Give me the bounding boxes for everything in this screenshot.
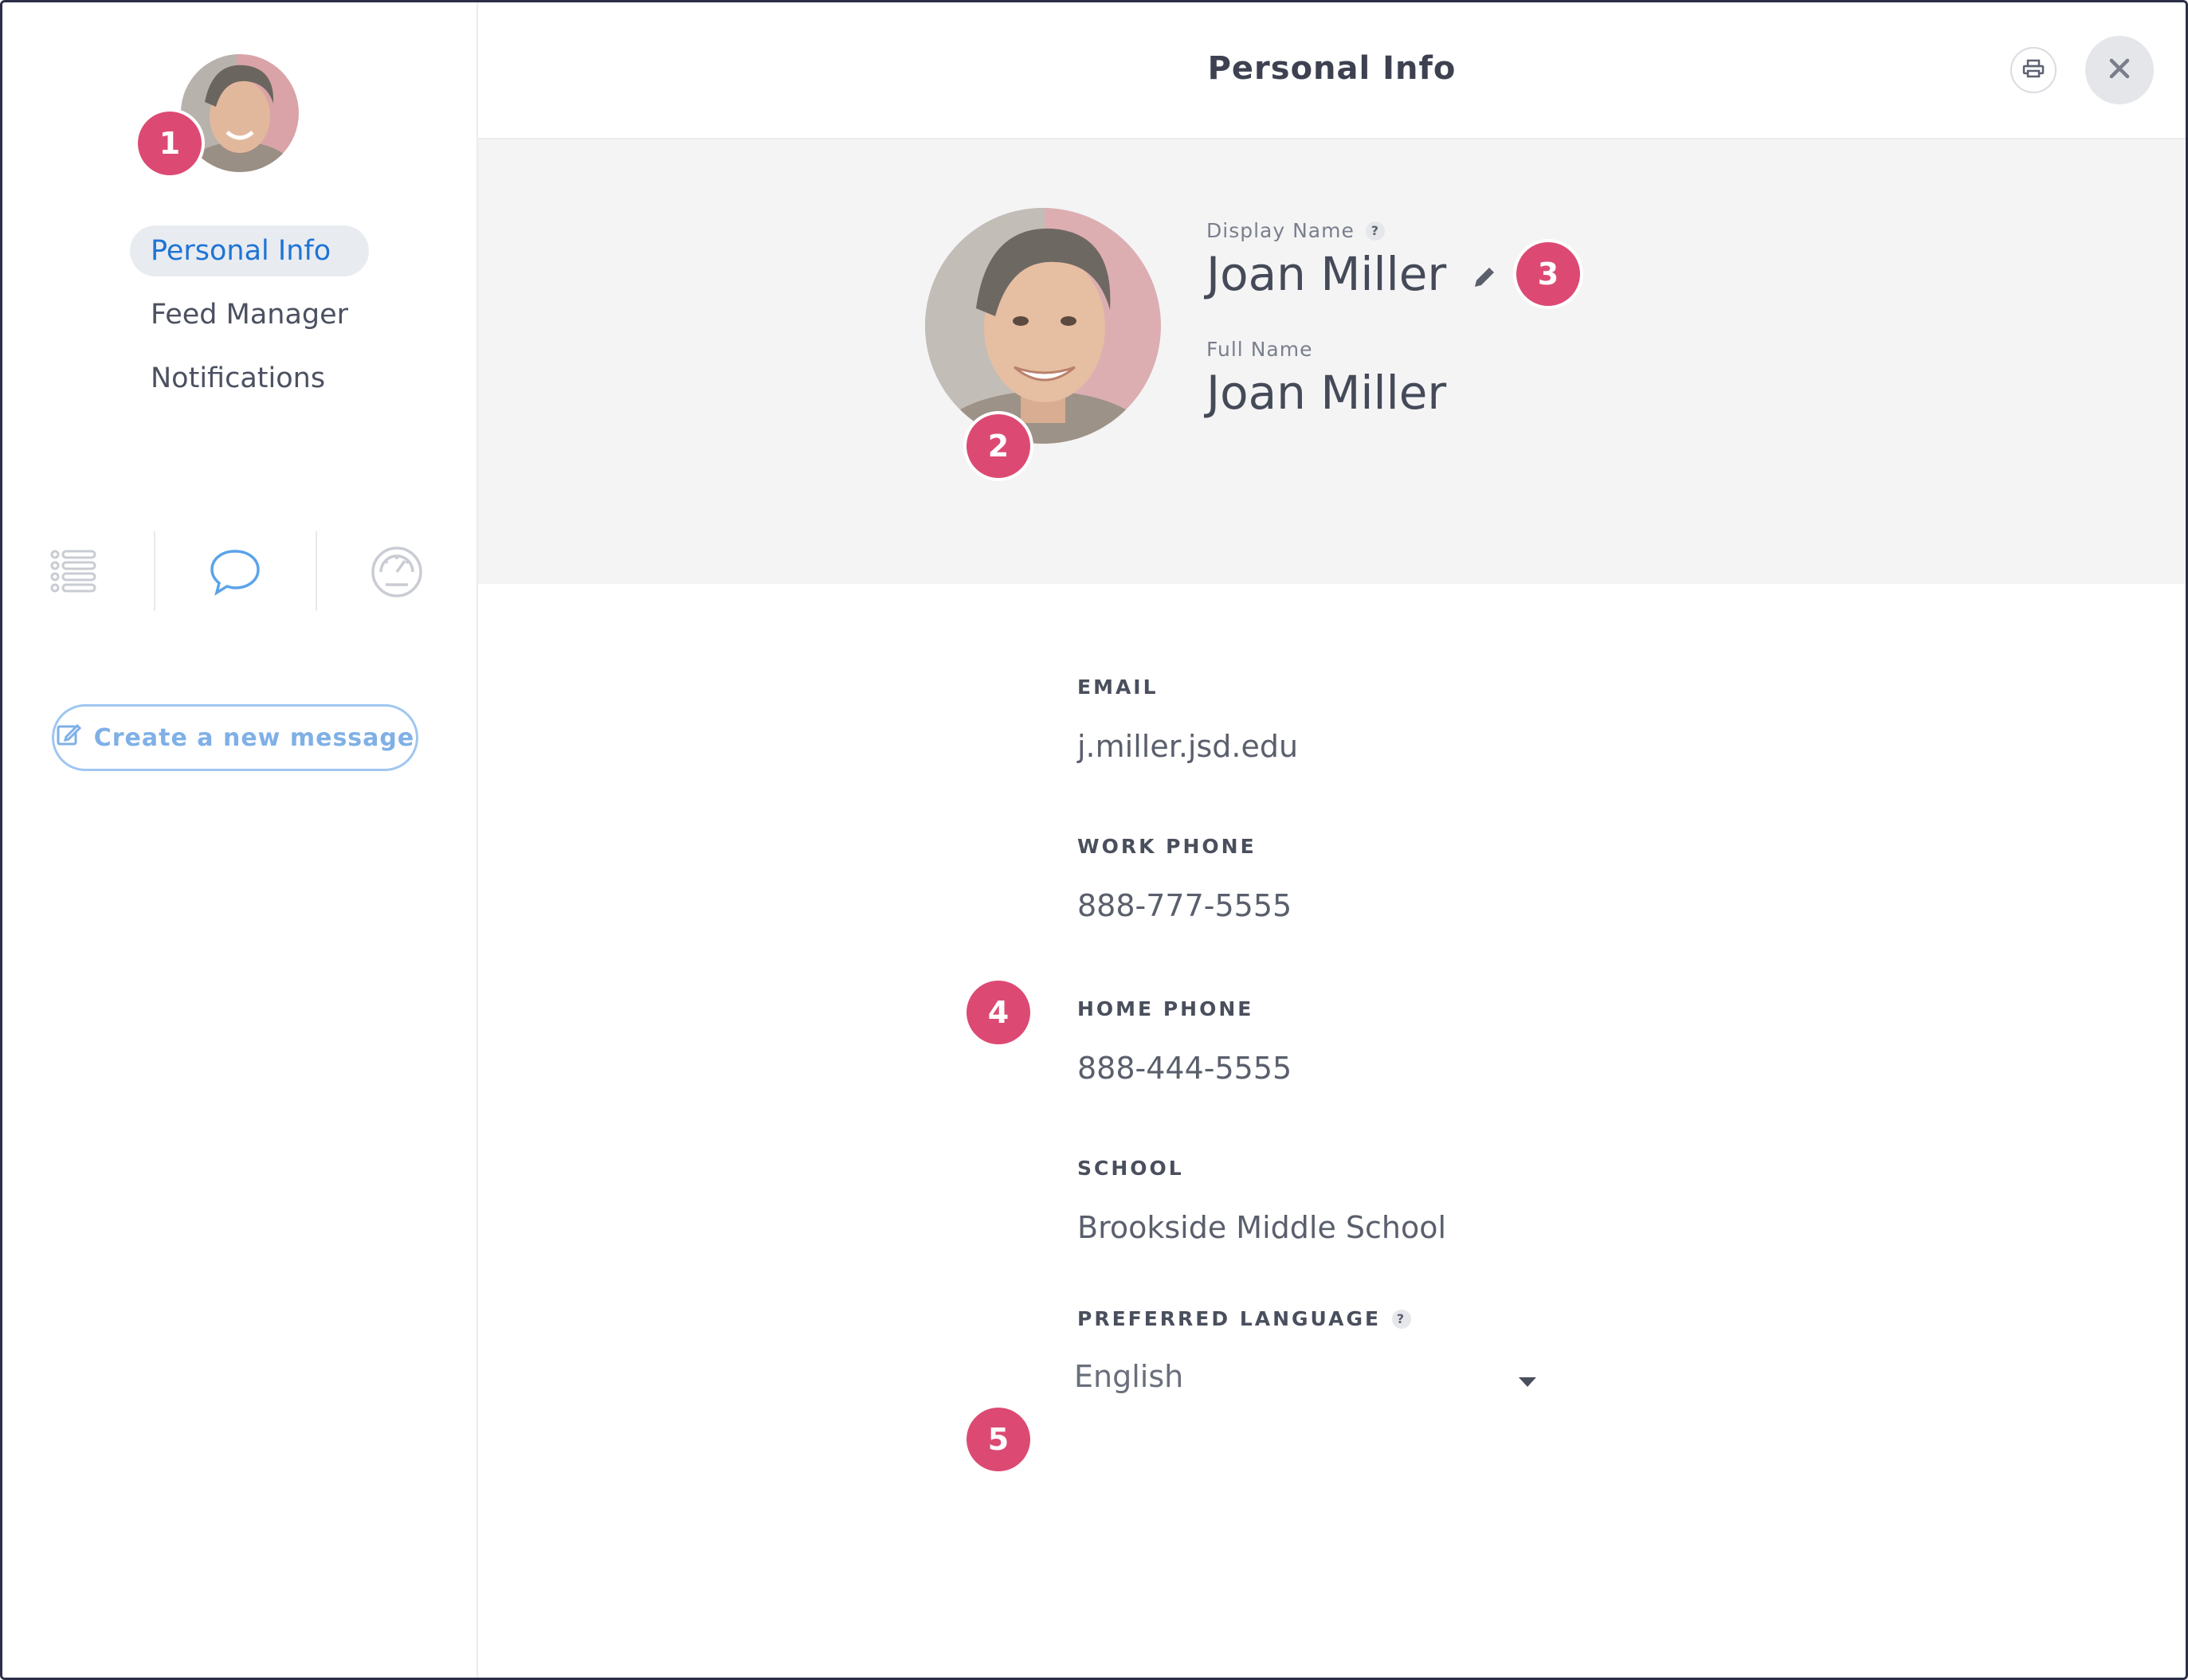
sidebar-nav: Personal Info Feed Manager Notifications bbox=[130, 225, 370, 417]
main-panel: Personal Info Display Name ? Joan Miller… bbox=[478, 2, 2186, 1678]
home-phone-field: HOME PHONE 888-444-5555 bbox=[1077, 997, 1292, 1086]
sidebar-item-notifications[interactable]: Notifications bbox=[130, 353, 369, 404]
preferred-language-label-row: PREFERRED LANGUAGE ? bbox=[1077, 1307, 1536, 1330]
close-icon bbox=[2108, 57, 2131, 84]
email-label: EMAIL bbox=[1077, 676, 1159, 699]
sidebar-tab-icons bbox=[2, 528, 478, 616]
dashboard-gauge-icon[interactable] bbox=[317, 528, 476, 616]
chat-bubble-icon[interactable] bbox=[155, 528, 315, 616]
callout-badge-4: 4 bbox=[967, 981, 1030, 1044]
create-new-message-label: Create a new message bbox=[93, 723, 415, 752]
display-name-label: Display Name bbox=[1206, 219, 1355, 242]
profile-photo[interactable] bbox=[925, 208, 1161, 444]
display-name-value: Joan Miller bbox=[1206, 247, 1447, 301]
school-field: SCHOOL Brookside Middle School bbox=[1077, 1157, 1446, 1245]
pencil-edit-icon[interactable] bbox=[1472, 247, 1496, 301]
list-icon[interactable] bbox=[2, 528, 154, 616]
chevron-down-icon bbox=[1519, 1359, 1536, 1394]
name-block: Display Name ? Joan Miller Full Name Joa… bbox=[1206, 219, 1496, 420]
print-button[interactable] bbox=[2010, 47, 2057, 93]
callout-badge-1: 1 bbox=[138, 112, 202, 175]
profile-hero: Display Name ? Joan Miller Full Name Joa… bbox=[478, 139, 2186, 584]
app-window: Personal Info Feed Manager Notifications bbox=[0, 0, 2188, 1680]
compose-icon bbox=[56, 722, 81, 754]
callout-badge-5: 5 bbox=[967, 1408, 1030, 1471]
email-value: j.miller.jsd.edu bbox=[1077, 729, 1299, 764]
callout-badge-2: 2 bbox=[967, 414, 1030, 478]
work-phone-field: WORK PHONE 888-777-5555 bbox=[1077, 835, 1292, 923]
preferred-language-help-icon[interactable]: ? bbox=[1392, 1309, 1412, 1329]
home-phone-value: 888-444-5555 bbox=[1077, 1051, 1292, 1086]
create-new-message-button[interactable]: Create a new message bbox=[52, 704, 418, 771]
page-title: Personal Info bbox=[1207, 50, 1457, 87]
sidebar: Personal Info Feed Manager Notifications bbox=[2, 2, 478, 1678]
preferred-language-field: PREFERRED LANGUAGE ? English bbox=[1074, 1307, 1536, 1400]
work-phone-value: 888-777-5555 bbox=[1077, 888, 1292, 923]
preferred-language-select[interactable]: English bbox=[1074, 1353, 1536, 1400]
header: Personal Info bbox=[478, 2, 2186, 139]
callout-badge-3: 3 bbox=[1516, 242, 1580, 306]
school-value: Brookside Middle School bbox=[1077, 1210, 1447, 1245]
preferred-language-label: PREFERRED LANGUAGE bbox=[1077, 1307, 1382, 1330]
school-label: SCHOOL bbox=[1077, 1157, 1184, 1180]
sidebar-item-feed-manager[interactable]: Feed Manager bbox=[130, 289, 369, 340]
full-name-value: Joan Miller bbox=[1206, 366, 1447, 420]
close-button[interactable] bbox=[2085, 36, 2154, 104]
display-name-help-icon[interactable]: ? bbox=[1365, 221, 1385, 241]
email-field: EMAIL j.miller.jsd.edu bbox=[1077, 676, 1298, 764]
preferred-language-value: English bbox=[1074, 1359, 1184, 1394]
work-phone-label: WORK PHONE bbox=[1077, 835, 1257, 858]
display-name-label-row: Display Name ? bbox=[1206, 219, 1496, 242]
full-name-label: Full Name bbox=[1206, 338, 1313, 361]
sidebar-item-personal-info[interactable]: Personal Info bbox=[130, 225, 370, 276]
display-name-row: Joan Miller bbox=[1206, 247, 1496, 301]
home-phone-label: HOME PHONE bbox=[1077, 997, 1254, 1020]
print-icon bbox=[2022, 59, 2045, 81]
